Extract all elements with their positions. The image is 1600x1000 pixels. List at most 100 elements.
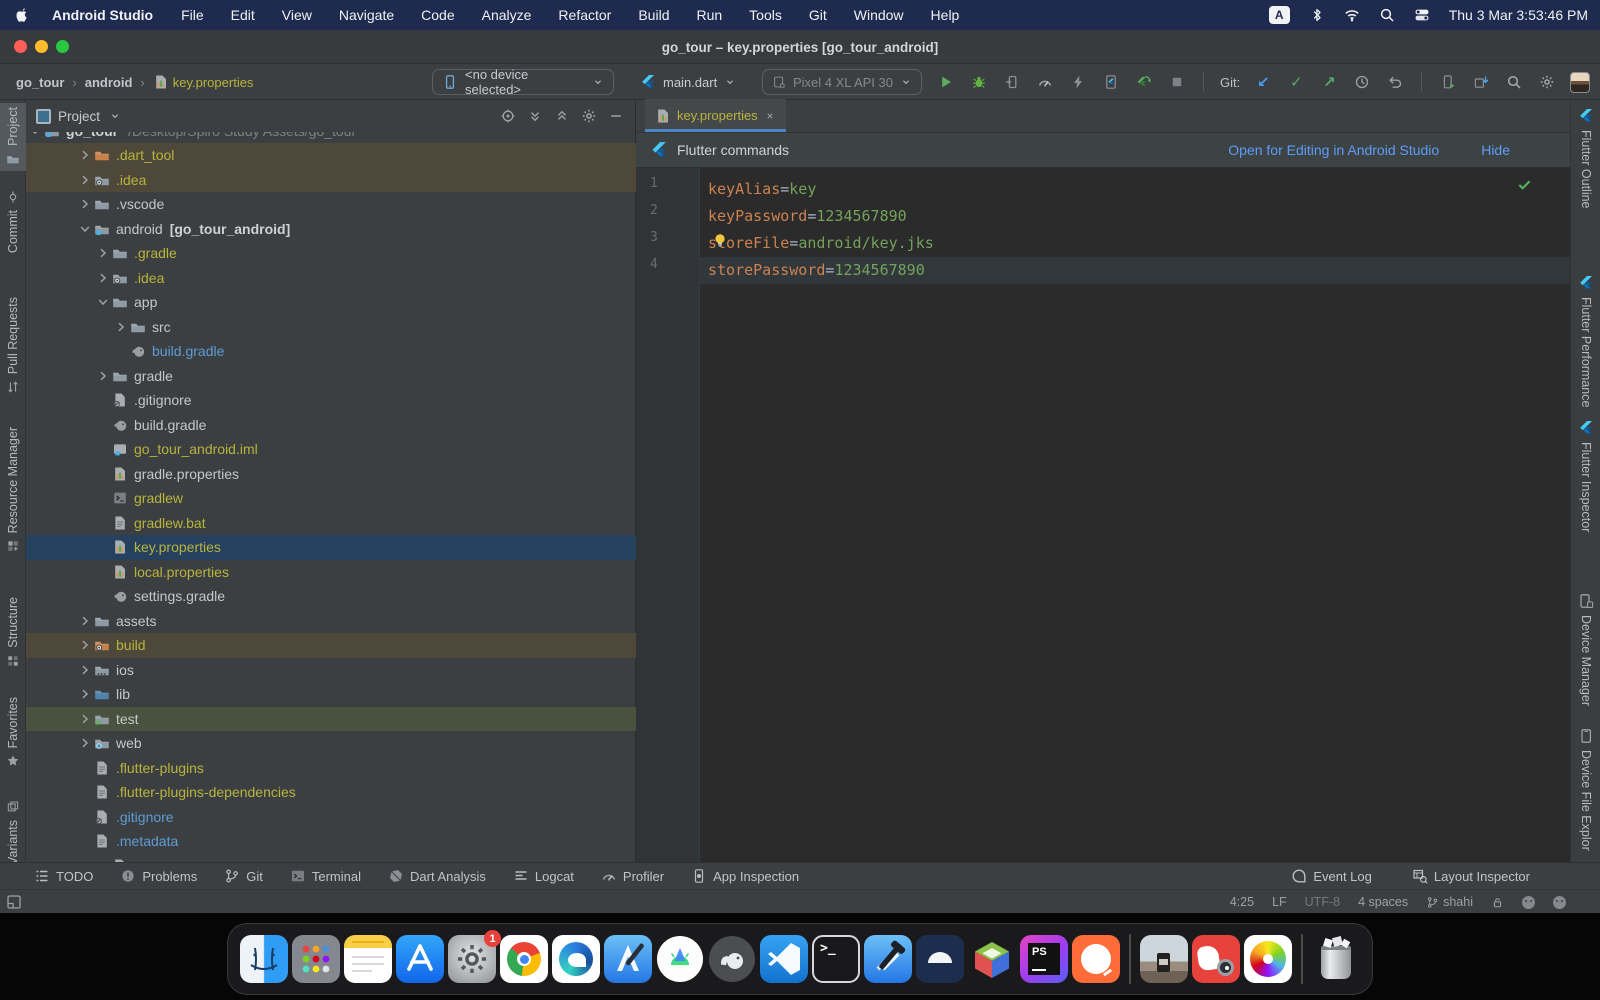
tree-item-.idea[interactable]: .idea [26,266,636,291]
menu-item-git[interactable]: Git [809,7,827,23]
expand-chevron-icon[interactable] [76,147,94,163]
menu-item-refactor[interactable]: Refactor [558,7,611,23]
menu-item-run[interactable]: Run [696,7,722,23]
file-encoding[interactable]: UTF-8 [1305,895,1340,909]
user-avatar[interactable] [1570,72,1590,92]
run-config-dropdown[interactable]: main.dart [630,69,742,95]
tree-item-local.properties[interactable]: local.properties [26,560,636,585]
breadcrumb-project[interactable]: go_tour [16,75,64,90]
expand-chevron-icon[interactable] [94,368,112,384]
tree-item-test[interactable]: test [26,707,636,732]
expand-chevron-icon[interactable] [76,172,94,188]
intention-bulb-icon[interactable] [712,232,728,248]
code-line-4[interactable]: storePassword=1234567890 [708,257,1570,284]
tool-strip-structure[interactable]: Structure [0,593,26,673]
tree-item-.metadata[interactable]: .metadata [26,829,636,854]
hide-banner-link[interactable]: Hide [1481,142,1510,158]
git-branch-widget[interactable]: shahi [1426,895,1473,909]
tool-strip-device-manager[interactable]: Device Manager [1571,593,1600,706]
dock-photos-icon[interactable] [1244,935,1292,983]
tool-button-terminal[interactable]: Terminal [290,868,361,884]
dock-terminal-icon[interactable]: >_ [812,935,860,983]
tree-item-.dart_tool[interactable]: .dart_tool [26,143,636,168]
tree-item-lib[interactable]: lib [26,682,636,707]
tree-item-.vscode[interactable]: .vscode [26,192,636,217]
tool-button-dart-analysis[interactable]: Dart Analysis [388,868,486,884]
tool-button-layout-inspector[interactable]: Layout Inspector [1412,868,1530,884]
tree-item-web[interactable]: web [26,731,636,756]
tree-root-clipped[interactable]: go_tour /Desktop/Spiro Study Assets/go_t… [26,132,636,143]
expand-chevron-icon[interactable] [76,221,94,237]
indent-setting[interactable]: 4 spaces [1358,895,1408,909]
git-update-button[interactable]: ↙ [1253,72,1273,92]
tree-item-android[interactable]: android[go_tour_android] [26,217,636,242]
menu-item-view[interactable]: View [282,7,312,23]
tab-key-properties[interactable]: key.properties [645,99,786,132]
expand-chevron-icon[interactable] [76,637,94,653]
git-rollback-button[interactable] [1385,72,1405,92]
dock-launchpad-icon[interactable] [292,935,340,983]
git-commit-button[interactable]: ✓ [1286,72,1306,92]
settings-button[interactable] [1537,72,1557,92]
expand-chevron-icon[interactable] [94,245,112,261]
expand-chevron-icon[interactable] [94,270,112,286]
code-line-2[interactable]: keyPassword=1234567890 [708,203,1570,230]
tree-item-gradle[interactable]: gradle [26,364,636,389]
collapse-all-button[interactable] [553,107,571,125]
stop-button[interactable] [1167,72,1187,92]
git-push-button[interactable]: ↗ [1319,72,1339,92]
tool-button-git[interactable]: Git [224,868,263,884]
tree-item-build.gradle[interactable]: build.gradle [26,413,636,438]
breadcrumb-file[interactable]: key.properties [153,74,254,90]
dock-vscode-icon[interactable] [760,935,808,983]
debug-button[interactable] [969,72,989,92]
apple-logo-icon[interactable] [14,7,30,23]
expand-chevron-icon[interactable] [76,735,94,751]
profile-button[interactable] [1035,72,1055,92]
tool-button-profiler[interactable]: Profiler [601,868,664,884]
breadcrumb-module[interactable]: android [85,75,133,90]
tool-strip-pull-requests[interactable]: Pull Requests [0,293,26,399]
project-panel-title[interactable]: Project [58,109,100,124]
menu-item-navigate[interactable]: Navigate [339,7,394,23]
tree-item-.gitignore[interactable]: .gitignore [26,388,636,413]
settings-button[interactable] [580,107,598,125]
menu-item-file[interactable]: File [181,7,204,23]
tree-item-gradle.properties[interactable]: gradle.properties [26,462,636,487]
menu-item-window[interactable]: Window [854,7,904,23]
tool-strip-flutter-outline[interactable]: Flutter Outline [1571,108,1600,209]
hide-button[interactable] [607,107,625,125]
dock-gradle-icon[interactable] [708,935,756,983]
menu-item-edit[interactable]: Edit [231,7,255,23]
device-selector-dropdown[interactable]: <no device selected> [432,69,614,95]
inspections-widget-icon[interactable] [1522,896,1535,909]
expand-chevron-icon[interactable] [76,196,94,212]
tool-button-app-inspection[interactable]: App Inspection [691,868,799,884]
expand-chevron-icon[interactable] [76,662,94,678]
dock-postman-icon[interactable] [1072,935,1120,983]
dock-eyeapp-icon[interactable] [916,935,964,983]
spotlight-search-icon[interactable] [1379,7,1395,23]
tree-item-app[interactable]: app [26,290,636,315]
tool-strip-commit[interactable]: Commit [0,185,26,257]
expand-chevron-icon[interactable] [112,319,130,335]
dock-xcode-icon[interactable] [604,935,652,983]
expand-chevron-icon[interactable] [76,686,94,702]
flutter-attach-button[interactable] [1101,72,1121,92]
tree-item-.gitignore[interactable]: .gitignore [26,805,636,830]
menu-app-name[interactable]: Android Studio [52,7,153,23]
bluetooth-icon[interactable] [1309,7,1325,23]
readonly-lock-icon[interactable] [1491,896,1504,909]
expand-chevron-icon[interactable] [76,613,94,629]
flutter-hot-restart-button[interactable] [1134,72,1154,92]
tool-strip-flutter-inspector[interactable]: Flutter Inspector [1571,420,1600,532]
input-source-icon[interactable]: A [1269,6,1290,24]
tool-strip-favorites[interactable]: Favorites [0,693,26,773]
menu-item-help[interactable]: Help [931,7,960,23]
tree-item-assets[interactable]: assets [26,609,636,634]
tool-button-event-log[interactable]: Event Log [1291,868,1372,884]
close-tab-icon[interactable] [764,110,776,122]
tree-item-build[interactable]: build [26,633,636,658]
tree-item-clipped[interactable] [26,854,636,863]
caret-position[interactable]: 4:25 [1230,895,1254,909]
